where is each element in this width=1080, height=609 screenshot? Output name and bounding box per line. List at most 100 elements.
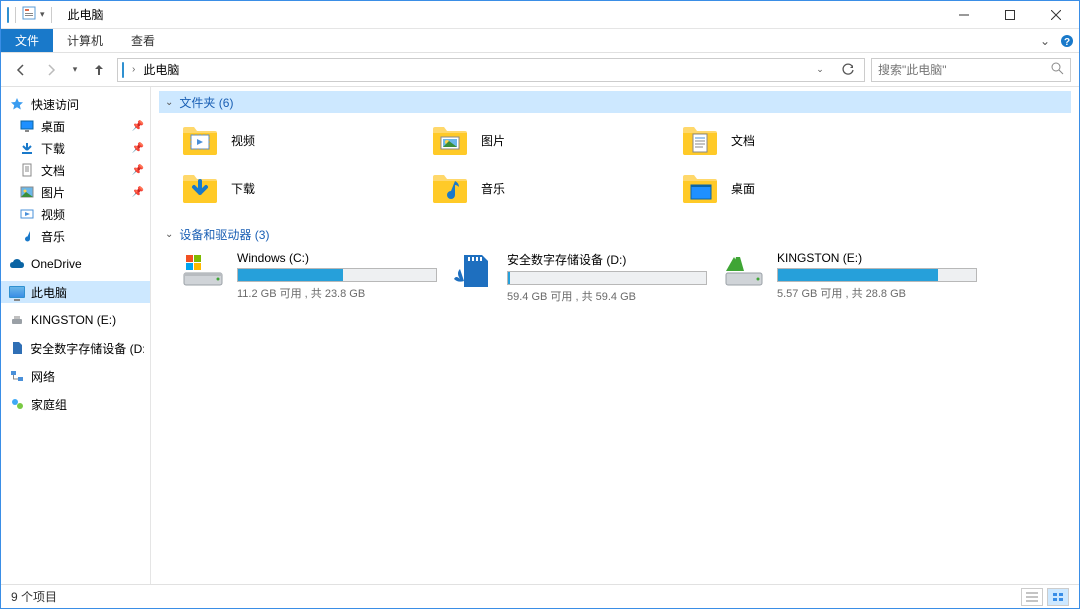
sidebar-item-label: KINGSTON (E:) xyxy=(31,313,116,327)
chevron-down-icon: ⌄ xyxy=(165,229,173,240)
tab-computer[interactable]: 计算机 xyxy=(53,29,117,52)
documents-icon xyxy=(19,162,35,178)
sidebar-homegroup[interactable]: 家庭组 xyxy=(1,393,150,415)
drive-capacity-bar xyxy=(507,271,707,285)
drive-name: KINGSTON (E:) xyxy=(777,251,979,265)
folder-music[interactable]: 音乐 xyxy=(429,167,669,209)
drive-capacity-text: 11.2 GB 可用 , 共 23.8 GB xyxy=(237,285,439,301)
forward-button[interactable] xyxy=(39,58,63,82)
folder-label: 下载 xyxy=(231,180,255,197)
sidebar-this-pc[interactable]: 此电脑 xyxy=(1,281,150,303)
navigation-pane: 快速访问 桌面📌下载📌文档📌图片📌视频音乐 OneDrive 此电脑 KINGS… xyxy=(1,87,151,584)
folder-icon xyxy=(179,167,221,209)
back-button[interactable] xyxy=(9,58,33,82)
downloads-icon xyxy=(19,140,35,156)
sidebar-network[interactable]: 网络 xyxy=(1,365,150,387)
search-icon[interactable] xyxy=(1051,62,1064,78)
window-title: 此电脑 xyxy=(68,6,104,23)
pin-icon: 📌 xyxy=(132,121,144,132)
tab-file[interactable]: 文件 xyxy=(1,29,53,52)
sidebar-item-music[interactable]: 音乐 xyxy=(1,225,150,247)
drive-capacity-text: 59.4 GB 可用 , 共 59.4 GB xyxy=(507,288,709,304)
drive-capacity-text: 5.57 GB 可用 , 共 28.8 GB xyxy=(777,285,979,301)
sidebar-item-label: 家庭组 xyxy=(31,396,67,413)
chevron-down-icon: ⌄ xyxy=(165,97,173,108)
drive-item[interactable]: 安全数字存储设备 (D:) 59.4 GB 可用 , 共 59.4 GB xyxy=(449,251,709,304)
qat-dropdown-icon[interactable]: ▾ xyxy=(40,9,45,20)
breadcrumb[interactable]: 此电脑 xyxy=(143,61,179,78)
navigation-bar: ▾ › 此电脑 ⌄ xyxy=(1,53,1079,87)
close-button[interactable] xyxy=(1033,1,1079,29)
status-bar: 9 个项目 xyxy=(1,584,1079,608)
disk-windows-icon xyxy=(179,251,227,291)
folder-desktop[interactable]: 桌面 xyxy=(679,167,919,209)
sidebar-quick-access[interactable]: 快速访问 xyxy=(1,93,150,115)
drive-capacity-bar xyxy=(237,268,437,282)
sidebar-item-pictures[interactable]: 图片📌 xyxy=(1,181,150,203)
sidebar-item-label: 网络 xyxy=(31,368,55,385)
sidebar-secure-sd[interactable]: 安全数字存储设备 (D:) xyxy=(1,337,150,359)
sidebar-kingston[interactable]: KINGSTON (E:) xyxy=(1,309,150,331)
sidebar-item-downloads[interactable]: 下载📌 xyxy=(1,137,150,159)
qat-sep xyxy=(15,7,16,23)
drives-grid: Windows (C:) 11.2 GB 可用 , 共 23.8 GB 安全数字… xyxy=(159,245,1071,314)
drive-item[interactable]: KINGSTON (E:) 5.57 GB 可用 , 共 28.8 GB xyxy=(719,251,979,304)
ribbon-expand-icon[interactable]: ⌄ xyxy=(1035,29,1055,52)
explorer-window: ▾ 此电脑 文件 计算机 查看 ⌄ ? ▾ › 此电脑 ⌄ xyxy=(0,0,1080,609)
search-box[interactable] xyxy=(871,58,1071,82)
address-history-dropdown[interactable]: ⌄ xyxy=(808,58,832,82)
minimize-button[interactable] xyxy=(941,1,987,29)
folder-label: 桌面 xyxy=(731,180,755,197)
system-icon[interactable] xyxy=(7,8,9,22)
qat-sep xyxy=(51,7,52,23)
homegroup-icon xyxy=(9,396,25,412)
sidebar-item-label: 音乐 xyxy=(41,228,65,245)
folder-label: 图片 xyxy=(481,132,505,149)
sidebar-item-label: 安全数字存储设备 (D:) xyxy=(30,340,144,357)
sidebar-item-documents[interactable]: 文档📌 xyxy=(1,159,150,181)
refresh-button[interactable] xyxy=(836,58,860,82)
folder-downloads[interactable]: 下载 xyxy=(179,167,419,209)
sidebar-item-label: 下载 xyxy=(41,140,65,157)
folder-videos[interactable]: 视频 xyxy=(179,119,419,161)
body: 快速访问 桌面📌下载📌文档📌图片📌视频音乐 OneDrive 此电脑 KINGS… xyxy=(1,87,1079,584)
drive-name: Windows (C:) xyxy=(237,251,439,265)
maximize-button[interactable] xyxy=(987,1,1033,29)
breadcrumb-chevron-icon[interactable]: › xyxy=(128,64,139,75)
folder-pictures[interactable]: 图片 xyxy=(429,119,669,161)
folder-documents[interactable]: 文档 xyxy=(679,119,919,161)
this-pc-icon xyxy=(122,63,124,77)
folders-grid: 视频 图片 文档 下载 音乐 桌面 xyxy=(159,113,1071,223)
ribbon-tabs: 文件 计算机 查看 ⌄ ? xyxy=(1,29,1079,53)
sidebar-onedrive[interactable]: OneDrive xyxy=(1,253,150,275)
folder-label: 音乐 xyxy=(481,180,505,197)
address-bar[interactable]: › 此电脑 ⌄ xyxy=(117,58,865,82)
content-pane: ⌄ 文件夹 (6) 视频 图片 文档 下载 音乐 桌面 ⌄ 设备和驱动器 (3) xyxy=(151,87,1079,584)
search-input[interactable] xyxy=(878,63,1051,77)
sidebar-item-label: 快速访问 xyxy=(31,96,79,113)
details-view-button[interactable] xyxy=(1021,588,1043,606)
sidebar-item-label: 文档 xyxy=(41,162,65,179)
group-header-drives[interactable]: ⌄ 设备和驱动器 (3) xyxy=(159,223,1071,245)
tab-view[interactable]: 查看 xyxy=(117,29,169,52)
pictures-icon xyxy=(19,184,35,200)
help-icon[interactable]: ? xyxy=(1055,29,1079,52)
sidebar-item-label: OneDrive xyxy=(31,257,82,271)
properties-icon[interactable] xyxy=(22,6,36,23)
sidebar-item-desktop[interactable]: 桌面📌 xyxy=(1,115,150,137)
recent-locations-dropdown[interactable]: ▾ xyxy=(69,58,81,82)
sidebar-item-videos[interactable]: 视频 xyxy=(1,203,150,225)
sd-card-icon xyxy=(9,340,24,356)
folder-label: 文档 xyxy=(731,132,755,149)
group-header-folders[interactable]: ⌄ 文件夹 (6) xyxy=(159,91,1071,113)
up-button[interactable] xyxy=(87,58,111,82)
folder-icon xyxy=(679,167,721,209)
music-icon xyxy=(19,228,35,244)
large-icons-view-button[interactable] xyxy=(1047,588,1069,606)
folder-icon xyxy=(179,119,221,161)
drive-item[interactable]: Windows (C:) 11.2 GB 可用 , 共 23.8 GB xyxy=(179,251,439,304)
titlebar: ▾ 此电脑 xyxy=(1,1,1079,29)
folder-icon xyxy=(429,167,471,209)
folder-icon xyxy=(429,119,471,161)
quick-access-toolbar: ▾ xyxy=(1,6,60,23)
